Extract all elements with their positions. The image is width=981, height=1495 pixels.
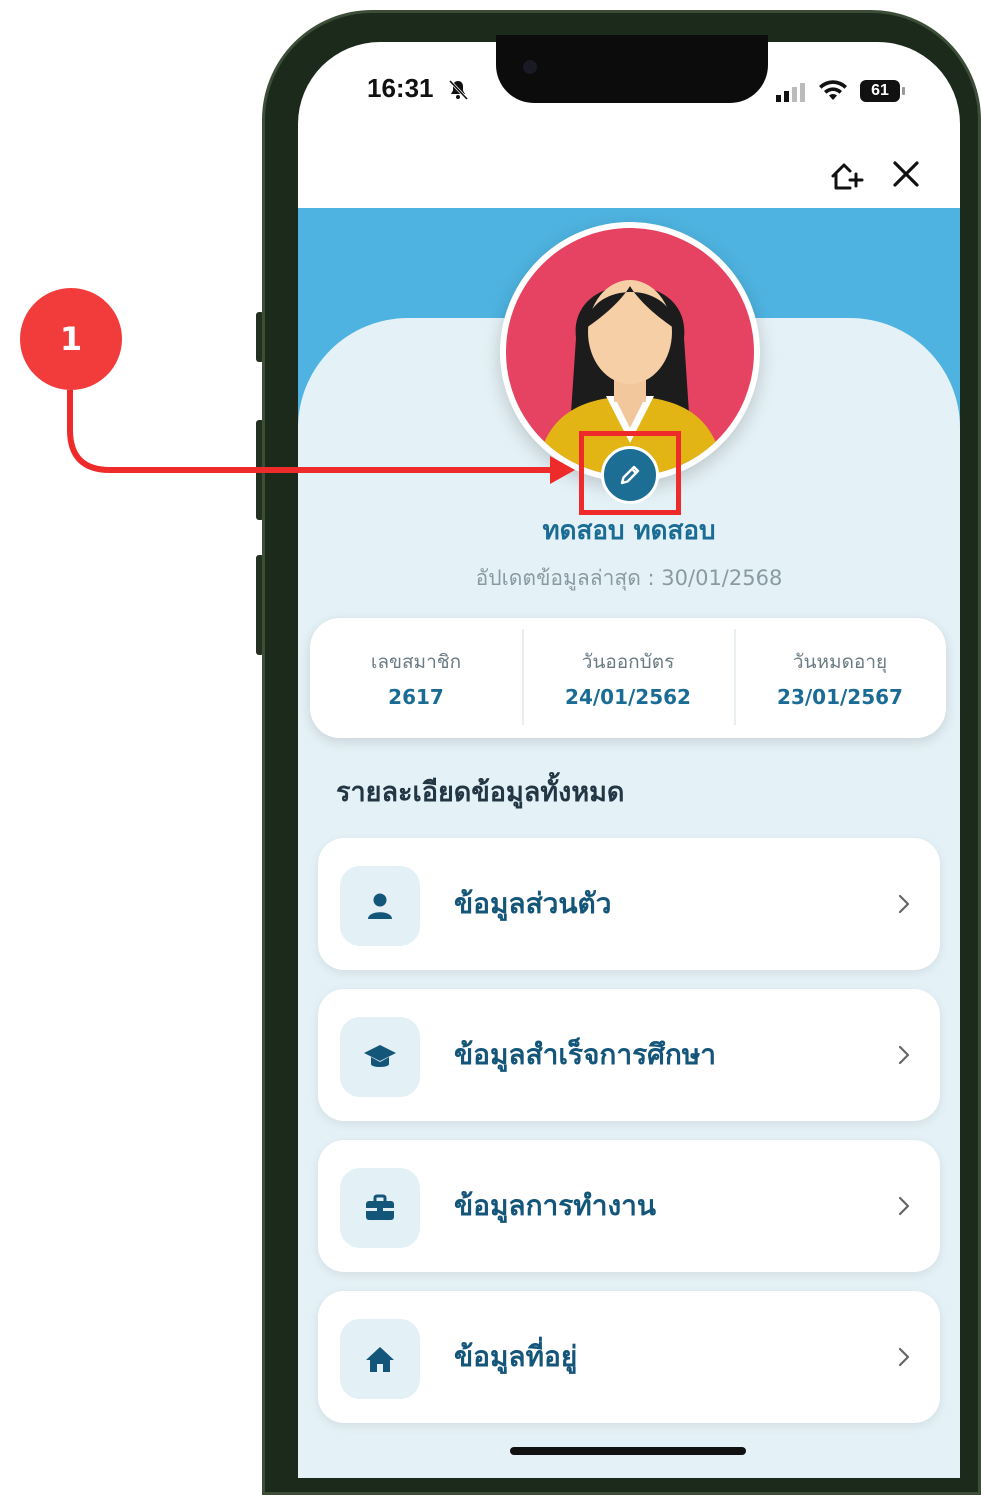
highlight-box	[579, 431, 681, 515]
member-number-field: เลขสมาชิก 2617	[310, 647, 522, 709]
status-time: 16:31	[367, 73, 434, 103]
info-label: วันออกบัตร	[581, 651, 675, 673]
info-value: 2617	[388, 685, 444, 709]
front-camera	[523, 60, 537, 74]
menu-label: ข้อมูลการทำงาน	[454, 1189, 657, 1222]
last-updated-text: อัปเดตข้อมูลล่าสุด : 30/01/2568	[475, 566, 783, 590]
expiry-date-field: วันหมดอายุ 23/01/2567	[734, 629, 946, 725]
menu-label: ข้อมูลส่วนตัว	[454, 887, 612, 920]
chevron-right-icon	[898, 1196, 910, 1216]
issue-date-field: วันออกบัตร 24/01/2562	[522, 629, 734, 725]
notch	[496, 35, 768, 103]
menu-icon-tile	[340, 1319, 420, 1399]
home-plus-icon[interactable]	[828, 158, 864, 194]
close-icon[interactable]	[890, 158, 922, 190]
chevron-right-icon	[898, 1045, 910, 1065]
menu-icon-tile	[340, 866, 420, 946]
menu-icon-tile	[340, 1168, 420, 1248]
menu-icon-tile	[340, 1017, 420, 1097]
signal-icon	[776, 83, 805, 102]
home-icon	[366, 1347, 394, 1372]
menu-item-personal-info[interactable]: ข้อมูลส่วนตัว	[318, 838, 940, 970]
person-icon	[368, 893, 392, 919]
menu-item-education-info[interactable]: ข้อมูลสำเร็จการศึกษา	[318, 989, 940, 1121]
chevron-right-icon	[898, 1347, 910, 1367]
menu-item-work-info[interactable]: ข้อมูลการทำงาน	[318, 1140, 940, 1272]
menu-item-address-info[interactable]: ข้อมูลที่อยู่	[318, 1291, 940, 1423]
step-number-badge: 1	[20, 288, 122, 390]
briefcase-icon	[366, 1194, 394, 1220]
profile-name: ทดสอบ ทดสอบ	[542, 516, 716, 546]
home-indicator	[510, 1447, 746, 1455]
info-value: 23/01/2567	[777, 685, 903, 709]
info-value: 24/01/2562	[565, 685, 691, 709]
info-label: วันหมดอายุ	[792, 651, 888, 673]
bell-muted-icon	[448, 79, 469, 101]
section-title: รายละเอียดข้อมูลทั้งหมด	[336, 777, 625, 808]
menu-label: ข้อมูลสำเร็จการศึกษา	[454, 1038, 717, 1071]
wifi-icon	[819, 80, 847, 100]
info-label: เลขสมาชิก	[370, 651, 462, 673]
battery-indicator: 61	[860, 80, 905, 102]
chevron-right-icon	[898, 894, 910, 914]
menu-label: ข้อมูลที่อยู่	[454, 1340, 578, 1373]
membership-info-card: เลขสมาชิก 2617 วันออกบัตร 24/01/2562 วัน…	[310, 618, 946, 738]
graduation-cap-icon	[364, 1045, 396, 1067]
